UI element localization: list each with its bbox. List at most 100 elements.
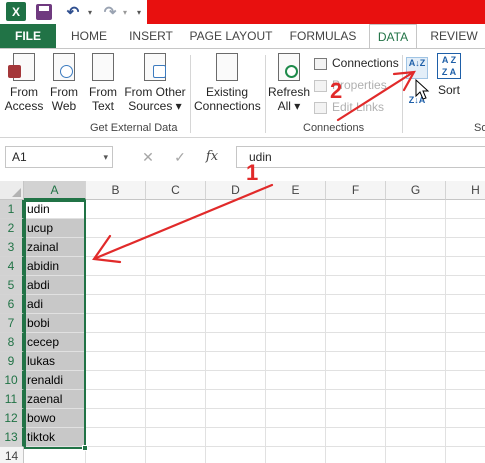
- cell-f2[interactable]: [326, 219, 386, 238]
- column-header-b[interactable]: B: [86, 181, 146, 200]
- cell-e12[interactable]: [266, 409, 326, 428]
- cell-c3[interactable]: [146, 238, 206, 257]
- cell-g14[interactable]: [386, 447, 446, 463]
- row-header-10[interactable]: 10: [0, 371, 24, 390]
- cell-f3[interactable]: [326, 238, 386, 257]
- cell-f14[interactable]: [326, 447, 386, 463]
- row-header-12[interactable]: 12: [0, 409, 24, 428]
- cell-c13[interactable]: [146, 428, 206, 447]
- cell-b3[interactable]: [86, 238, 146, 257]
- name-box-dropdown-icon[interactable]: ▾: [103, 147, 108, 167]
- cell-e4[interactable]: [266, 257, 326, 276]
- cell-h14[interactable]: [446, 447, 485, 463]
- cell-e13[interactable]: [266, 428, 326, 447]
- cell-h3[interactable]: [446, 238, 485, 257]
- from-other-sources-button[interactable]: From Other Sources ▾: [124, 53, 186, 113]
- cell-f9[interactable]: [326, 352, 386, 371]
- cell-h10[interactable]: [446, 371, 485, 390]
- cell-g8[interactable]: [386, 333, 446, 352]
- cell-g13[interactable]: [386, 428, 446, 447]
- cell-b7[interactable]: [86, 314, 146, 333]
- cell-h7[interactable]: [446, 314, 485, 333]
- cell-c4[interactable]: [146, 257, 206, 276]
- column-header-h[interactable]: H: [446, 181, 485, 200]
- connections-button[interactable]: Connections: [314, 55, 399, 71]
- tab-review[interactable]: REVIEW: [423, 24, 485, 48]
- cell-d10[interactable]: [206, 371, 266, 390]
- row-header-13[interactable]: 13: [0, 428, 24, 447]
- cell-d14[interactable]: [206, 447, 266, 463]
- cell-a14[interactable]: [24, 447, 86, 463]
- select-all-corner[interactable]: [0, 181, 24, 200]
- cell-a1[interactable]: udin: [24, 200, 86, 219]
- cell-g11[interactable]: [386, 390, 446, 409]
- cell-d4[interactable]: [206, 257, 266, 276]
- cell-a9[interactable]: lukas: [24, 352, 86, 371]
- tab-formulas[interactable]: FORMULAS: [283, 24, 363, 48]
- cell-h8[interactable]: [446, 333, 485, 352]
- cell-b8[interactable]: [86, 333, 146, 352]
- cell-h6[interactable]: [446, 295, 485, 314]
- cell-f13[interactable]: [326, 428, 386, 447]
- row-header-11[interactable]: 11: [0, 390, 24, 409]
- undo-dropdown-icon[interactable]: ▾: [85, 2, 95, 22]
- insert-function-icon[interactable]: fx: [202, 147, 222, 167]
- cell-f1[interactable]: [326, 200, 386, 219]
- redo-dropdown-icon[interactable]: ▾: [120, 2, 130, 22]
- cell-a13[interactable]: tiktok: [24, 428, 86, 447]
- row-header-14[interactable]: 14: [0, 447, 24, 463]
- cell-g9[interactable]: [386, 352, 446, 371]
- cell-e3[interactable]: [266, 238, 326, 257]
- cell-h13[interactable]: [446, 428, 485, 447]
- cell-a7[interactable]: bobi: [24, 314, 86, 333]
- cell-f6[interactable]: [326, 295, 386, 314]
- cell-g1[interactable]: [386, 200, 446, 219]
- cell-e5[interactable]: [266, 276, 326, 295]
- cell-e10[interactable]: [266, 371, 326, 390]
- cell-c1[interactable]: [146, 200, 206, 219]
- cell-b11[interactable]: [86, 390, 146, 409]
- cell-e1[interactable]: [266, 200, 326, 219]
- cell-h5[interactable]: [446, 276, 485, 295]
- cell-h12[interactable]: [446, 409, 485, 428]
- cell-h9[interactable]: [446, 352, 485, 371]
- cell-d12[interactable]: [206, 409, 266, 428]
- cell-b14[interactable]: [86, 447, 146, 463]
- cell-g4[interactable]: [386, 257, 446, 276]
- column-header-a[interactable]: A: [24, 181, 86, 200]
- cell-d11[interactable]: [206, 390, 266, 409]
- cell-e6[interactable]: [266, 295, 326, 314]
- formula-input[interactable]: udin: [236, 146, 485, 168]
- cell-c2[interactable]: [146, 219, 206, 238]
- cell-h11[interactable]: [446, 390, 485, 409]
- sort-button[interactable]: A Z Z A Sort: [434, 53, 464, 97]
- cell-b4[interactable]: [86, 257, 146, 276]
- cell-f8[interactable]: [326, 333, 386, 352]
- cell-a11[interactable]: zaenal: [24, 390, 86, 409]
- cell-d6[interactable]: [206, 295, 266, 314]
- cell-f10[interactable]: [326, 371, 386, 390]
- sort-a-to-z-button[interactable]: A↓Z: [406, 57, 428, 79]
- undo-icon[interactable]: ↶: [62, 2, 84, 22]
- cell-b2[interactable]: [86, 219, 146, 238]
- column-header-e[interactable]: E: [266, 181, 326, 200]
- cell-e14[interactable]: [266, 447, 326, 463]
- cell-a10[interactable]: renaldi: [24, 371, 86, 390]
- row-header-7[interactable]: 7: [0, 314, 24, 333]
- cell-c6[interactable]: [146, 295, 206, 314]
- cell-b13[interactable]: [86, 428, 146, 447]
- cancel-icon[interactable]: ✕: [138, 147, 158, 167]
- cell-d5[interactable]: [206, 276, 266, 295]
- save-icon[interactable]: [36, 4, 52, 20]
- cell-d2[interactable]: [206, 219, 266, 238]
- name-box[interactable]: A1 ▾: [5, 146, 113, 168]
- enter-icon[interactable]: ✓: [170, 147, 190, 167]
- cell-a2[interactable]: ucup: [24, 219, 86, 238]
- tab-file[interactable]: FILE: [0, 24, 56, 48]
- cell-g7[interactable]: [386, 314, 446, 333]
- redo-icon[interactable]: ↷: [100, 2, 120, 22]
- cell-b6[interactable]: [86, 295, 146, 314]
- cell-a8[interactable]: cecep: [24, 333, 86, 352]
- tab-page-layout[interactable]: PAGE LAYOUT: [185, 24, 277, 48]
- existing-connections-button[interactable]: Existing Connections: [194, 53, 261, 113]
